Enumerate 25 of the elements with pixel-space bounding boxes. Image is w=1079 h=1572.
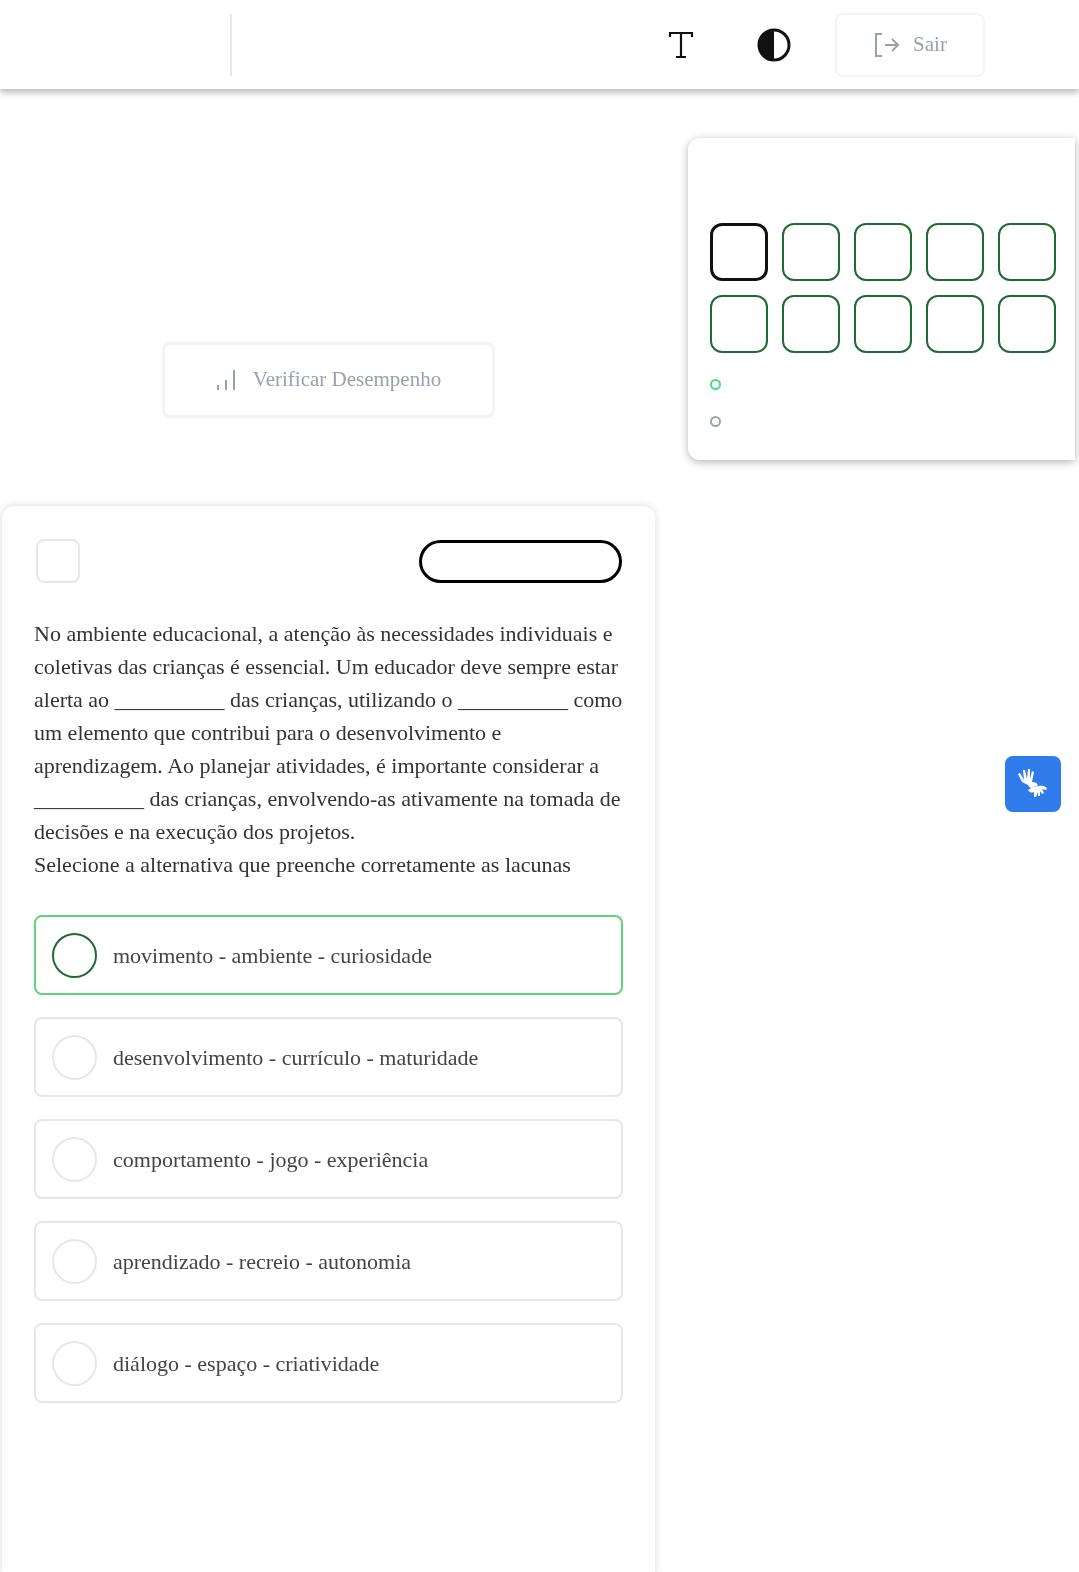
pill-button[interactable] (419, 539, 622, 583)
answer-option[interactable]: diálogo - espaço - criatividade (34, 1323, 623, 1403)
question-nav-button[interactable] (710, 223, 768, 281)
question-prompt: Selecione a alternativa que preenche corretamente as lacunas (34, 851, 572, 879)
font-size-icon[interactable] (667, 29, 695, 60)
contrast-icon[interactable] (757, 27, 791, 62)
question-nav-button[interactable] (854, 223, 912, 281)
question-nav-button[interactable] (782, 223, 840, 281)
question-nav-button[interactable] (998, 295, 1056, 353)
question-nav-button[interactable] (782, 295, 840, 353)
answer-option[interactable]: movimento - ambiente - curiosidade (34, 915, 623, 995)
hands-icon (1016, 768, 1050, 800)
checkbox[interactable] (36, 539, 80, 583)
question-nav-button[interactable] (710, 295, 768, 353)
question-nav-button[interactable] (926, 223, 984, 281)
sign-language-button[interactable] (1005, 756, 1061, 812)
answer-option[interactable]: comportamento - jogo - experiência (34, 1119, 623, 1199)
question-nav-button[interactable] (926, 295, 984, 353)
logout-icon (873, 30, 902, 59)
answer-option[interactable]: aprendizado - recreio - autonomia (34, 1221, 623, 1301)
answer-option[interactable]: desenvolvimento - currículo - maturidade (34, 1017, 623, 1097)
bar-chart-icon (214, 367, 237, 392)
question-nav-button[interactable] (854, 295, 912, 353)
question-nav-button[interactable] (998, 223, 1056, 281)
question-text: No ambiente educacional, a atenção às necessidades individuais e coletivas das crianças é essencial. Um educador deve sempre estar alerta ao __________ das crianças, utilizando o __________ como um elemento que contribui para o desenvolvimento e aprendizagem. Ao planejar atividades, é importante considerar a __________ das crianças, envolvendo-as ativamente na tomada de decisões e na execução dos projetos. (34, 620, 623, 846)
